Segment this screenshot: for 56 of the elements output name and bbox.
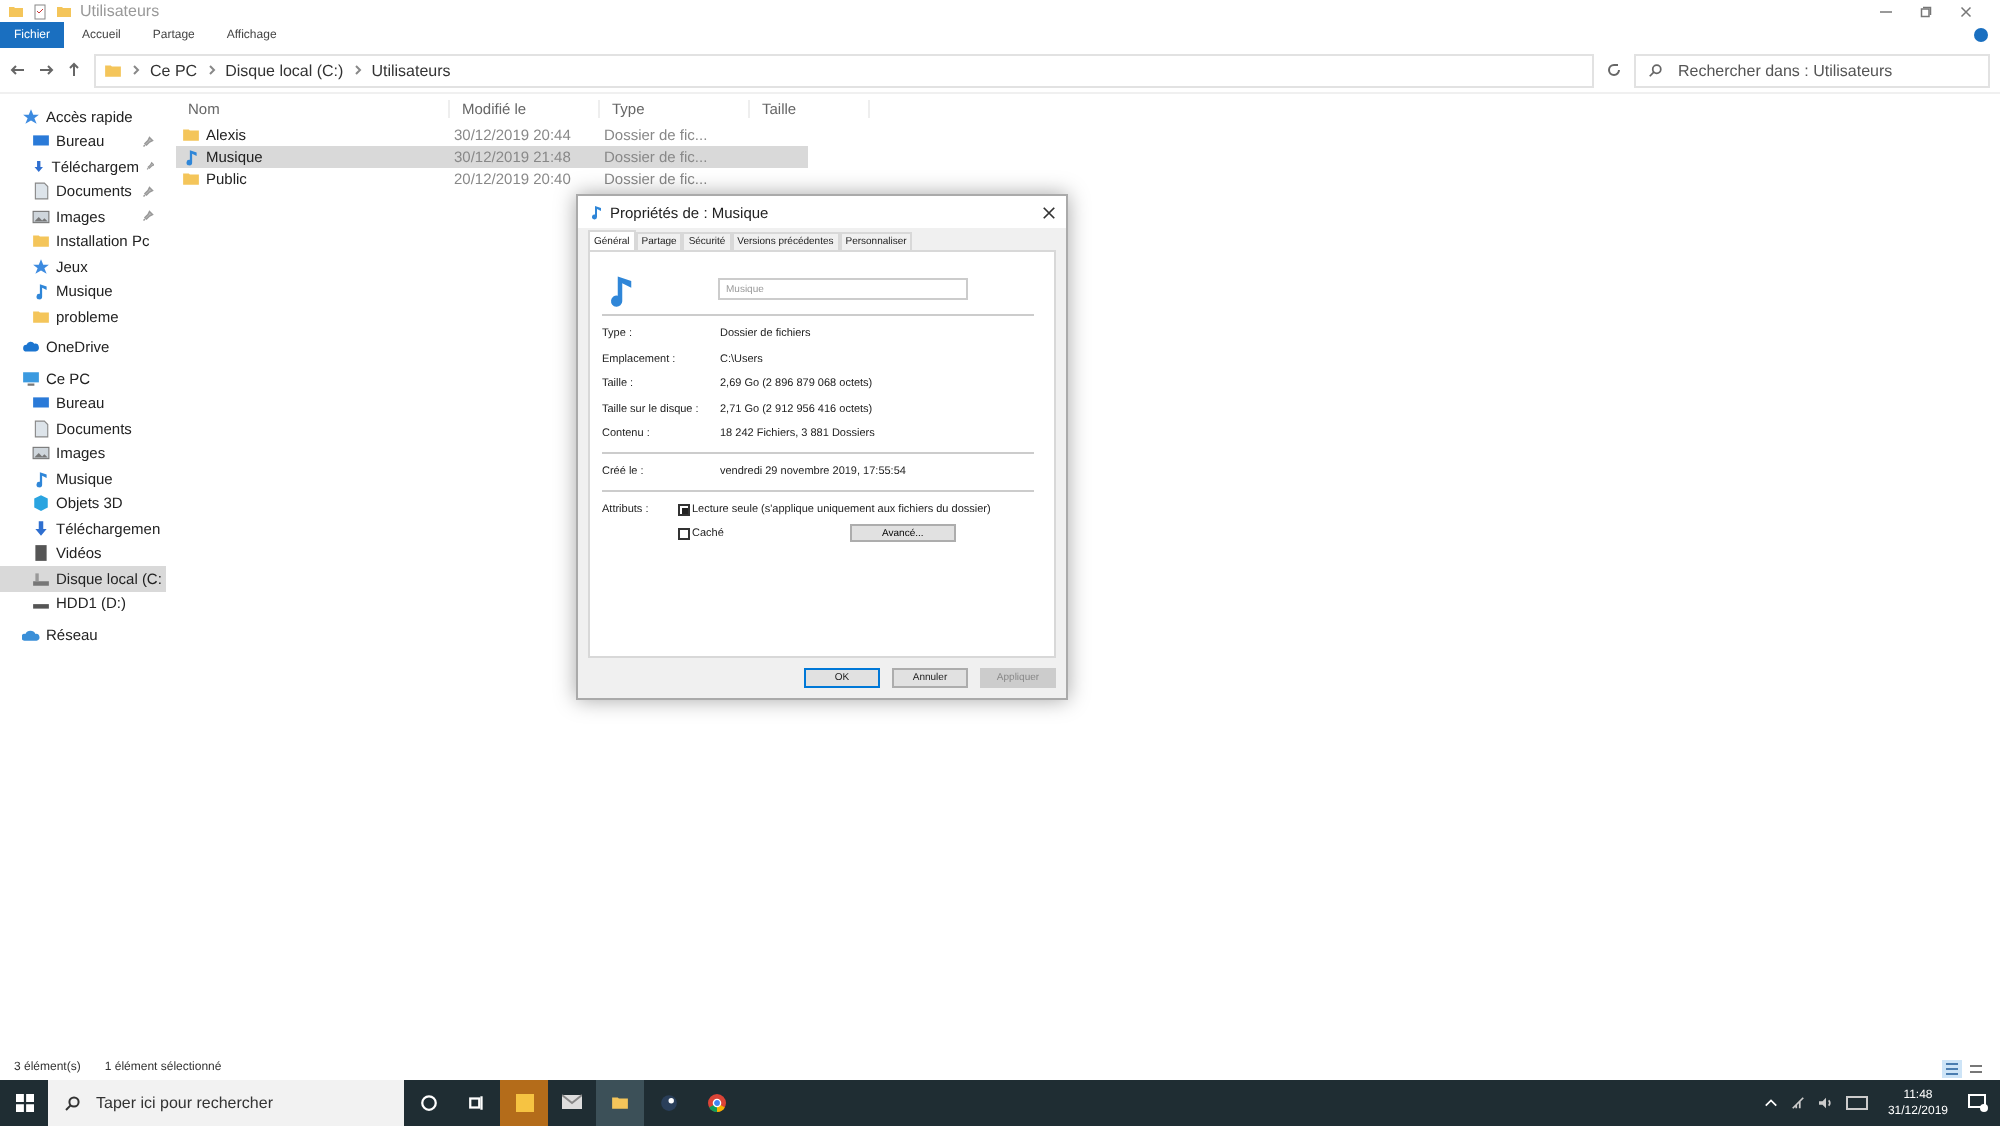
close-icon[interactable] [1960,5,1972,17]
download-arrow-icon [32,157,46,176]
up-button[interactable] [66,62,82,78]
desktop-icon [32,132,50,151]
details-view-icon[interactable] [1942,1059,1962,1077]
breadcrumb-item[interactable]: Ce PC [150,61,198,79]
document-icon [32,419,50,438]
speaker-icon[interactable] [1817,1096,1834,1110]
refresh-button[interactable] [1606,62,1622,78]
forward-button[interactable] [38,62,54,78]
restore-icon[interactable] [1920,5,1932,17]
document-icon [32,182,50,201]
network-icon[interactable] [1789,1096,1806,1110]
search-field[interactable]: Rechercher dans : Utilisateurs [1634,53,1990,87]
search-input[interactable]: Rechercher dans : Utilisateurs [1674,59,1976,81]
picture-icon [32,444,50,463]
search-icon [64,1095,80,1111]
chevron-icon [207,64,216,76]
download-arrow-icon [32,519,50,538]
window-title: Utilisateurs [80,2,160,20]
close-button[interactable] [1042,205,1056,219]
chevron-icon [353,64,362,76]
computer-icon [22,369,40,388]
breadcrumb-item[interactable]: Utilisateurs [371,61,451,79]
address-bar[interactable]: Ce PC Disque local (C:) Utilisateurs [94,53,1594,87]
back-button[interactable] [10,62,26,78]
checkbox[interactable] [678,527,690,539]
folder-icon [32,307,50,326]
notification-icon[interactable] [1968,1094,1988,1112]
folder-icon [104,61,122,79]
star-icon [22,107,40,126]
cloud-icon [22,338,40,357]
folder-icon [32,232,50,251]
caret-up-icon[interactable] [1763,1098,1778,1108]
keyboard-icon[interactable] [1845,1096,1868,1110]
checkbox[interactable] [678,504,690,516]
chevron-icon [132,64,140,76]
star-icon [32,257,50,276]
network-icon [22,625,40,644]
minimize-icon[interactable] [1880,5,1892,17]
music-note-icon [32,469,50,488]
search-icon [1648,63,1662,77]
taskbar-search-field[interactable]: Taper ici pour rechercher [48,1080,404,1126]
windows-logo-icon [15,1094,33,1112]
tiles-view-icon[interactable] [1966,1059,1986,1077]
properties-icon[interactable] [32,3,48,19]
cube-icon [32,494,50,513]
search-input[interactable]: Taper ici pour rechercher [92,1092,388,1114]
music-note-icon [588,204,604,220]
music-note-icon [32,282,50,301]
breadcrumb-item[interactable]: Disque local (C:) [225,61,344,79]
desktop-icon [32,394,50,413]
picture-icon [32,207,50,226]
music-note-icon [182,148,200,166]
hard-drive-icon [32,569,50,588]
folder-icon[interactable] [596,1080,644,1126]
